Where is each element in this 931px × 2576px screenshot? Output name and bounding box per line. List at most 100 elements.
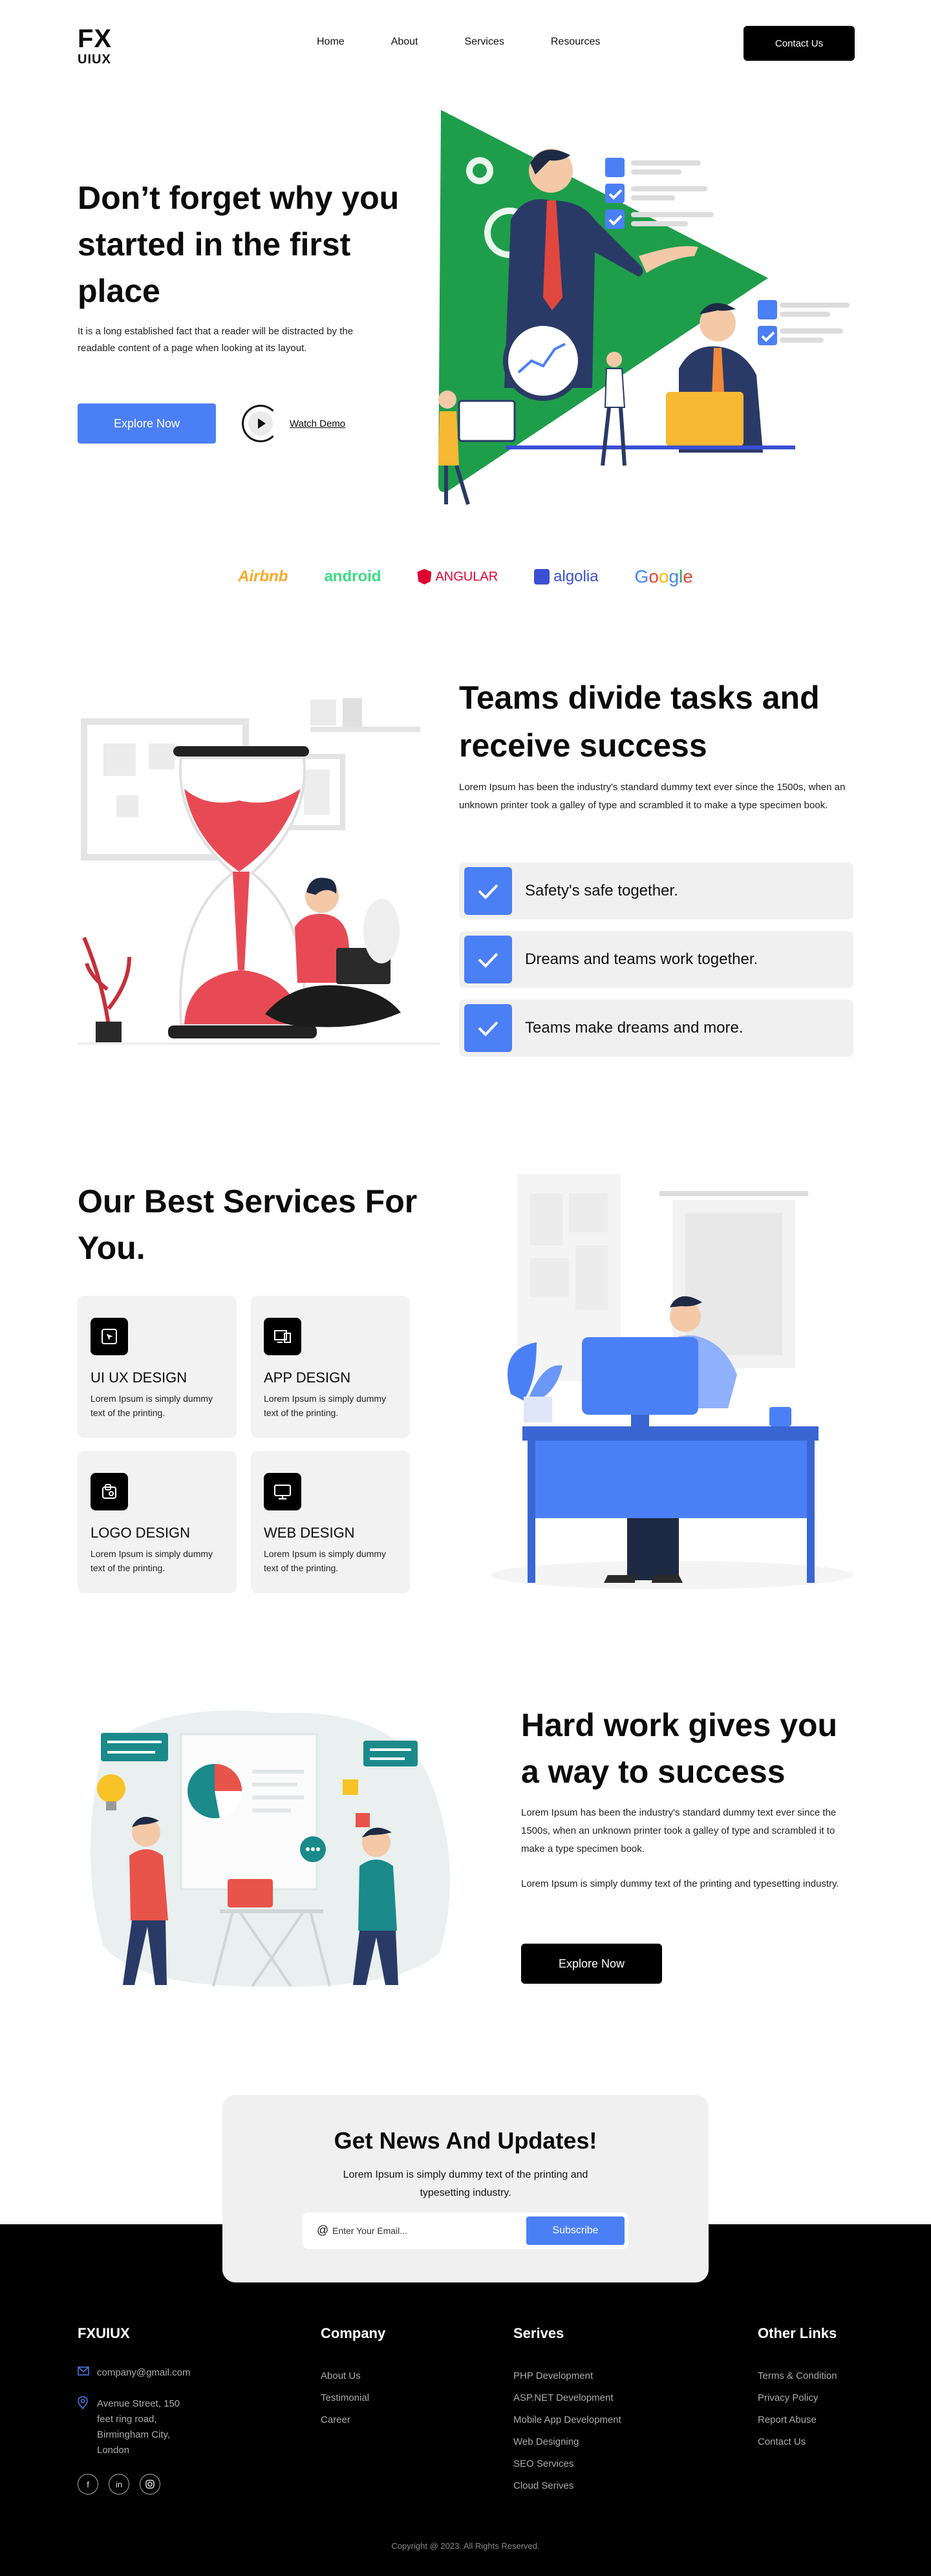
newsletter-text: Lorem Ipsum is simply dummy text of the … [343, 2169, 588, 2198]
footer-link[interactable]: Career [321, 2409, 385, 2431]
monitor-icon [264, 1473, 301, 1510]
checklist-item-label: Dreams and teams work together. [525, 950, 758, 968]
footer-email-row: company@gmail.com [78, 2365, 194, 2381]
top-nav: FX UIUX Home About Services Resources Co… [0, 0, 931, 91]
checkmark-icon [464, 1004, 512, 1052]
play-icon[interactable] [242, 405, 279, 442]
service-card-title: APP DESIGN [264, 1369, 351, 1386]
watch-demo[interactable]: Watch Demo [242, 405, 345, 442]
services-title: Our Best Services For You. [78, 1183, 418, 1266]
service-card-web[interactable]: WEB DESIGN Lorem Ipsum is simply dummy t… [251, 1451, 410, 1593]
instagram-icon[interactable] [140, 2474, 160, 2495]
location-pin-icon [78, 2396, 97, 2414]
nav-link-home[interactable]: Home [317, 36, 345, 48]
brand-airbnb: Airbnb [238, 568, 288, 585]
service-card-text: Lorem Ipsum is simply dummy text of the … [91, 1549, 213, 1573]
teamwork-illustration [91, 1710, 450, 1988]
desk-illustration [491, 1174, 853, 1589]
checkmark-icon [464, 867, 512, 915]
footer-email[interactable]: company@gmail.com [97, 2365, 190, 2381]
brand-algolia: algolia [534, 566, 599, 587]
footer-address: Avenue Street, 150 feet ring road, Birmi… [97, 2398, 180, 2456]
site-logo[interactable]: FX UIUX [78, 26, 112, 66]
footer-company-column: Company About Us Testimonial Career [321, 2325, 385, 2431]
footer-link[interactable]: Testimonial [321, 2387, 385, 2409]
newsletter-title: Get News And Updates! [334, 2127, 597, 2154]
hardwork-title: Hard work gives you a way to success [521, 1707, 838, 1790]
footer-link[interactable]: Report Abuse [758, 2409, 837, 2431]
brand-android: android [324, 568, 381, 585]
teams-title: Teams divide tasks and receive success [459, 680, 820, 764]
checklist-item: Dreams and teams work together. [459, 931, 853, 988]
hardwork-description-2: Lorem Ipsum is simply dummy text of the … [521, 1878, 839, 1889]
teams-description: Lorem Ipsum has been the industry's stan… [459, 782, 846, 811]
footer-services-column: Serives PHP Development ASP.NET Developm… [513, 2325, 621, 2497]
brand-google: Google [635, 566, 693, 587]
footer-link[interactable]: Privacy Policy [758, 2387, 837, 2409]
mail-icon [78, 2365, 97, 2381]
service-card-text: Lorem Ipsum is simply dummy text of the … [264, 1549, 387, 1573]
cursor-icon [91, 1318, 128, 1355]
copyright: Copyright @ 2023. All Rights Reserved. [391, 2541, 540, 2551]
newsletter-panel: Get News And Updates! Lorem Ipsum is sim… [222, 2095, 709, 2282]
contact-us-button[interactable]: Contact Us [744, 26, 855, 61]
hero-explore-button[interactable]: Explore Now [78, 403, 216, 444]
nav-link-resources[interactable]: Resources [551, 36, 600, 48]
social-links: f in [78, 2474, 194, 2495]
email-input[interactable] [332, 2213, 494, 2249]
hardwork-explore-button[interactable]: Explore Now [521, 1944, 662, 1984]
feature-checklist: Safety's safe together. Dreams and teams… [459, 863, 853, 1068]
nav-link-about[interactable]: About [391, 36, 418, 48]
logo-line-1: FX [78, 25, 112, 53]
nav-link-services[interactable]: Services [465, 36, 504, 48]
app-icon [264, 1318, 301, 1355]
service-card-ui-ux[interactable]: UI UX DESIGN Lorem Ipsum is simply dummy… [78, 1296, 237, 1438]
service-card-title: WEB DESIGN [264, 1525, 355, 1541]
footer-brand-column: FXUIUX company@gmail.com Avenue Street, … [78, 2325, 194, 2495]
service-card-text: Lorem Ipsum is simply dummy text of the … [91, 1393, 213, 1418]
service-card-title: LOGO DESIGN [91, 1525, 191, 1541]
logo-icon [91, 1473, 128, 1510]
footer-other-title: Other Links [758, 2325, 837, 2341]
checkmark-icon [464, 936, 512, 983]
footer-link[interactable]: ASP.NET Development [513, 2387, 621, 2409]
hardwork-description-1: Lorem Ipsum has been the industry's stan… [521, 1807, 837, 1854]
footer-link[interactable]: Mobile App Development [513, 2409, 621, 2431]
logo-line-2: UIUX [78, 52, 111, 67]
watch-demo-link[interactable]: Watch Demo [290, 418, 345, 429]
hero-description: It is a long established fact that a rea… [78, 326, 354, 354]
footer-link[interactable]: About Us [321, 2365, 385, 2387]
footer-brand: FXUIUX [78, 2325, 130, 2341]
hero-illustration [438, 110, 850, 505]
facebook-icon[interactable]: f [78, 2474, 98, 2495]
services-grid: UI UX DESIGN Lorem Ipsum is simply dummy… [78, 1296, 410, 1593]
brand-google-label: Google [634, 566, 693, 586]
service-card-logo[interactable]: LOGO DESIGN Lorem Ipsum is simply dummy … [78, 1451, 237, 1593]
footer-services-title: Serives [513, 2325, 564, 2341]
angular-shield-icon [417, 569, 432, 585]
footer-link[interactable]: Contact Us [758, 2431, 837, 2453]
checklist-item: Safety's safe together. [459, 863, 853, 919]
footer-link[interactable]: Terms & Condition [758, 2365, 837, 2387]
checklist-item: Teams make dreams and more. [459, 1000, 853, 1057]
footer-link[interactable]: Web Designing [513, 2431, 621, 2453]
footer-link[interactable]: PHP Development [513, 2365, 621, 2387]
hourglass-illustration [78, 698, 440, 1045]
newsletter-form: @ Subscribe [303, 2213, 628, 2249]
linkedin-icon[interactable]: in [109, 2474, 129, 2495]
checklist-item-label: Teams make dreams and more. [525, 1019, 744, 1036]
footer-address-row: Avenue Street, 150 feet ring road, Birmi… [78, 2396, 194, 2458]
service-card-text: Lorem Ipsum is simply dummy text of the … [264, 1393, 387, 1418]
brand-angular-label: ANGULAR [435, 569, 498, 584]
brand-angular: ANGULAR [417, 566, 498, 587]
brand-algolia-label: algolia [553, 568, 599, 585]
footer-link[interactable]: Cloud Serives [513, 2475, 621, 2497]
footer-link[interactable]: SEO Services [513, 2453, 621, 2475]
service-card-app[interactable]: APP DESIGN Lorem Ipsum is simply dummy t… [251, 1296, 410, 1438]
footer-company-title: Company [321, 2325, 386, 2341]
algolia-mark-icon [534, 569, 550, 585]
hero-title: Don’t forget why you started in the firs… [78, 180, 400, 309]
brand-logos: Airbnb android ANGULAR algolia Google [0, 566, 931, 587]
nav-links: Home About Services Resources [317, 36, 600, 48]
subscribe-button[interactable]: Subscribe [526, 2216, 625, 2245]
